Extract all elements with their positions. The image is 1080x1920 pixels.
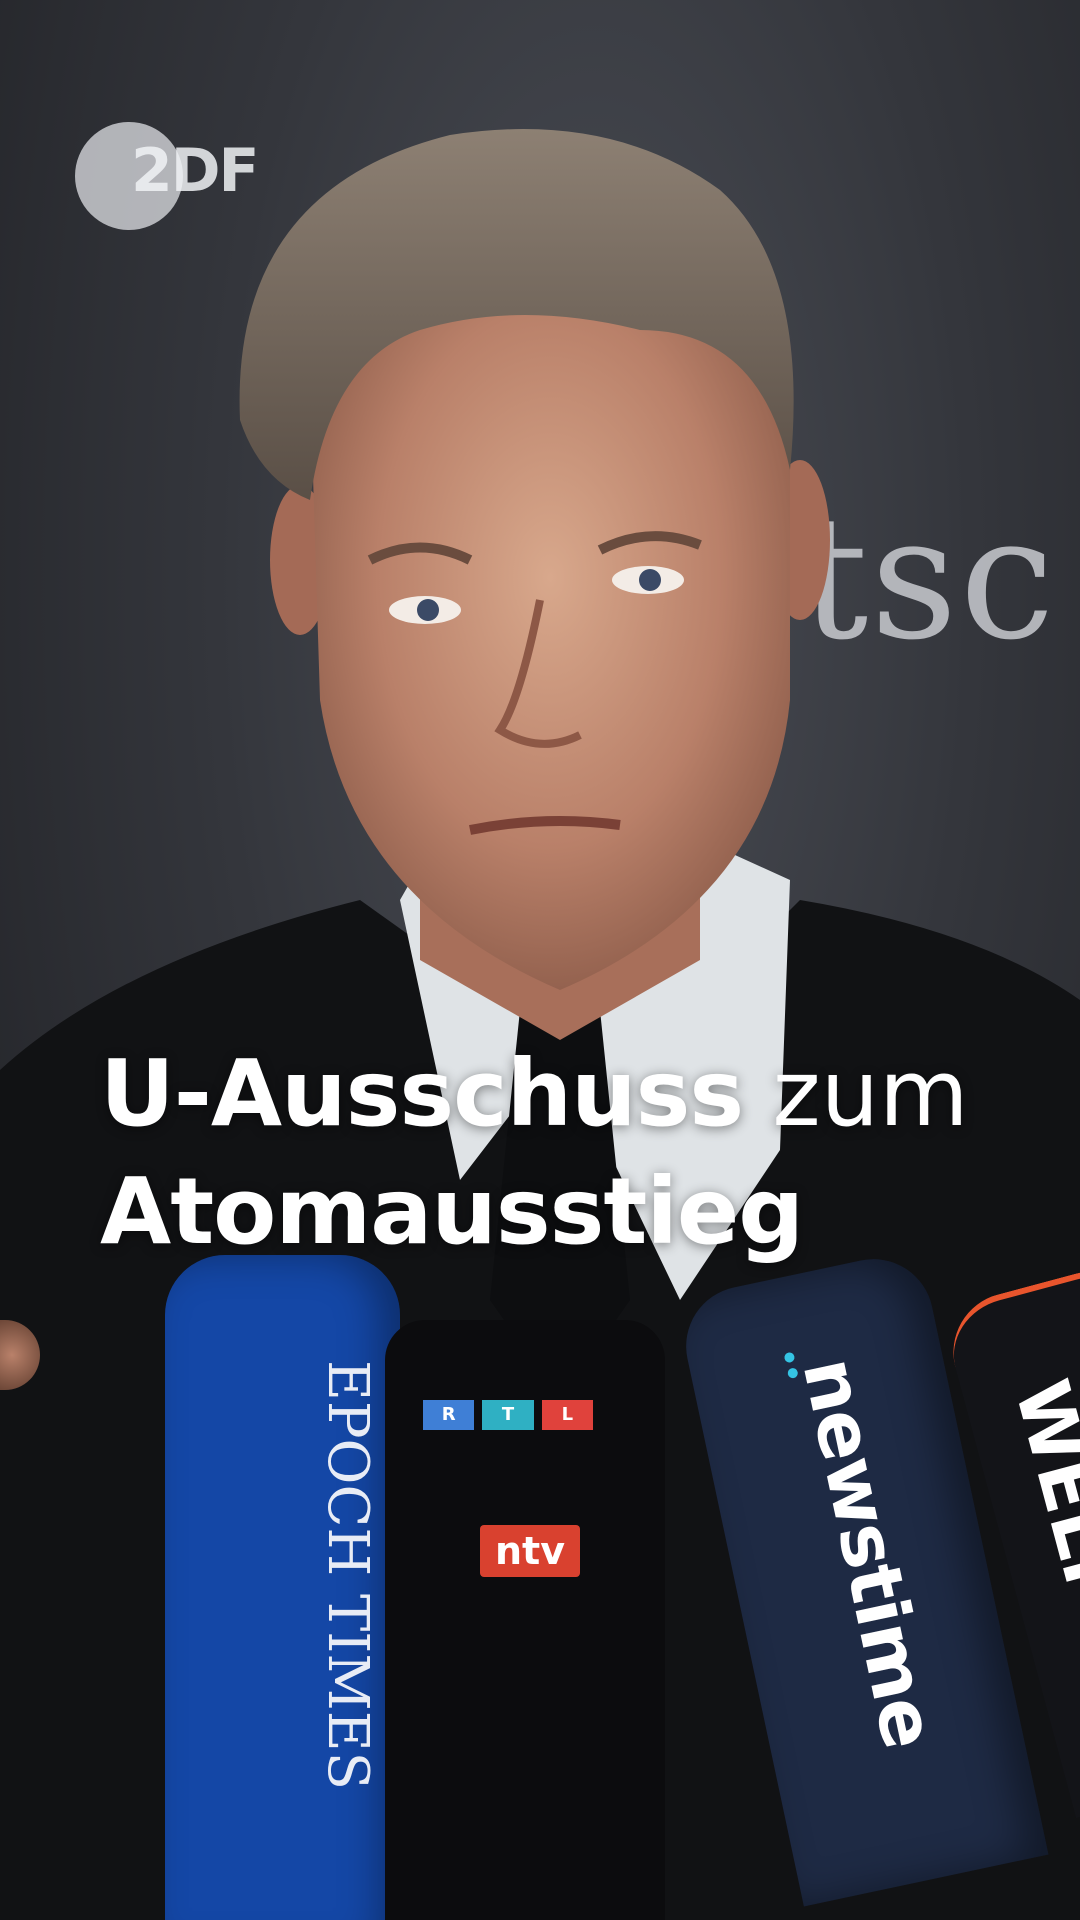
headline-caption: U-Ausschuss zum Atomausstieg — [100, 1035, 1000, 1271]
microphone-rtl-ntv: R T L ntv — [385, 1320, 665, 1920]
headline-line-2: Atomausstieg — [100, 1153, 1000, 1271]
newstime-label: newstime — [785, 1350, 952, 1756]
rtl-letter-t: T — [482, 1400, 534, 1430]
ntv-logo: ntv — [480, 1525, 580, 1577]
headline-light-1: zum — [772, 1040, 969, 1147]
rtl-logo: R T L — [423, 1400, 593, 1430]
rtl-letter-r: R — [423, 1400, 475, 1430]
zdf-logo: 2DF — [75, 122, 265, 232]
video-frame: tsc 2DF U-Ausschuss zum Atomausstieg EPO… — [0, 0, 1080, 1920]
welt-label: WELT — [997, 1371, 1080, 1605]
headline-line-1: U-Ausschuss zum — [100, 1035, 1000, 1153]
headline-bold-2: Atomausstieg — [100, 1158, 804, 1265]
face — [310, 240, 790, 990]
epoch-times-label: EPOCH TIMES — [315, 1360, 380, 1791]
microphone-epoch-times: EPOCH TIMES — [165, 1255, 400, 1920]
rtl-letter-l: L — [541, 1400, 593, 1430]
headline-bold-1: U-Ausschuss — [100, 1040, 744, 1147]
zdf-logo-text: 2DF — [131, 136, 260, 206]
